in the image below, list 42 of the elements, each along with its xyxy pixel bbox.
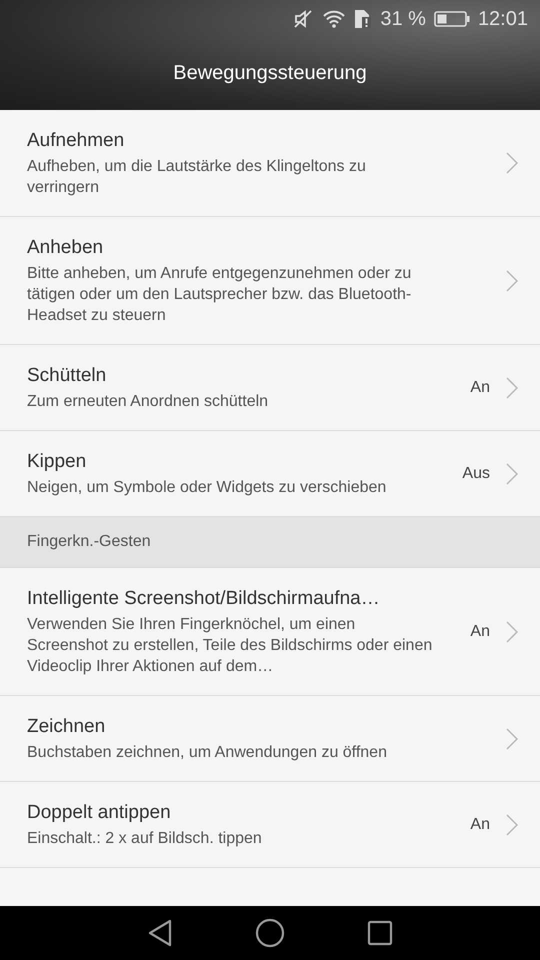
row-title: Aufnehmen — [27, 129, 126, 153]
row-subtitle: Verwenden Sie Ihren Fingerknöchel, um einen Screenshot zu erstellen, Teile des Bildschirms oder einen Videoclip Ihrer Aktionen auf dem… — [27, 615, 434, 677]
battery-percent: 31 % — [380, 7, 426, 32]
row-value: An — [470, 378, 490, 398]
row-subtitle: Einschalt.: 2 x auf Bildsch. tippen — [27, 829, 263, 849]
row-title: Schütteln — [27, 364, 108, 388]
row-subtitle: Aufheben, um die Lautstärke des Klingeltons zu verringern — [27, 157, 367, 198]
settings-row[interactable]: Aufnehmen Aufheben, um die Lautstärke des Klingeltons zu verringern — [0, 110, 540, 217]
row-value: An — [470, 814, 490, 834]
row-title: Zeichnen — [27, 715, 106, 739]
section-header: Fingerkn.-Gesten — [0, 517, 540, 568]
row-subtitle: Zum erneuten Anordnen schütteln — [27, 392, 270, 412]
chevron-right-icon — [506, 728, 518, 750]
recent-apps-icon[interactable] — [367, 920, 393, 946]
chevron-right-icon — [506, 270, 518, 292]
chevron-right-icon — [506, 814, 518, 836]
chevron-right-icon — [506, 620, 518, 642]
row-title: Anheben — [27, 236, 104, 260]
chevron-right-icon — [506, 462, 518, 484]
muted-speaker-icon — [292, 9, 314, 29]
chevron-right-icon — [506, 376, 518, 398]
settings-row[interactable]: Doppelt antippen Einschalt.: 2 x auf Bildsch. tippen An — [0, 782, 540, 868]
battery-icon — [434, 10, 470, 28]
screen-title: Bewegungssteuerung — [173, 61, 367, 86]
row-title: Doppelt antippen — [27, 801, 172, 825]
row-subtitle: Neigen, um Symbole oder Widgets zu verschieben — [27, 478, 388, 498]
row-title: Intelligente Screenshot/Bildschirmaufna… — [27, 587, 381, 611]
row-value: An — [470, 622, 490, 642]
home-icon[interactable] — [255, 918, 285, 948]
row-value: Aus — [462, 464, 490, 484]
settings-row[interactable]: Schütteln Zum erneuten Anordnen schütteln An — [0, 345, 540, 431]
row-subtitle: Bitte anheben, um Anrufe entgegenzunehmen oder zu tätigen oder um den Lautsprecher bzw. das Bluetooth-Headset zu steuern — [27, 264, 412, 326]
settings-row[interactable]: Intelligente Screenshot/Bildschirmaufna… Verwenden Sie Ihren Fingerknöchel, um einen Screenshot zu erstellen, Teile des Bildschirms oder einen Videoclip Ihrer Aktionen auf dem… An — [0, 568, 540, 696]
wifi-icon — [322, 9, 346, 29]
back-icon[interactable] — [147, 919, 173, 947]
chevron-right-icon — [506, 152, 518, 174]
settings-row[interactable]: Zeichnen Buchstaben zeichnen, um Anwendungen zu öffnen — [0, 696, 540, 782]
sim-card-icon — [354, 9, 372, 29]
clock: 12:01 — [478, 7, 528, 32]
row-subtitle: Buchstaben zeichnen, um Anwendungen zu öffnen — [27, 743, 388, 763]
row-title: Kippen — [27, 450, 88, 474]
settings-row[interactable]: Anheben Bitte anheben, um Anrufe entgegenzunehmen oder zu tätigen oder um den Lautsprecher bzw. das Bluetooth-Headset zu steuern — [0, 217, 540, 345]
